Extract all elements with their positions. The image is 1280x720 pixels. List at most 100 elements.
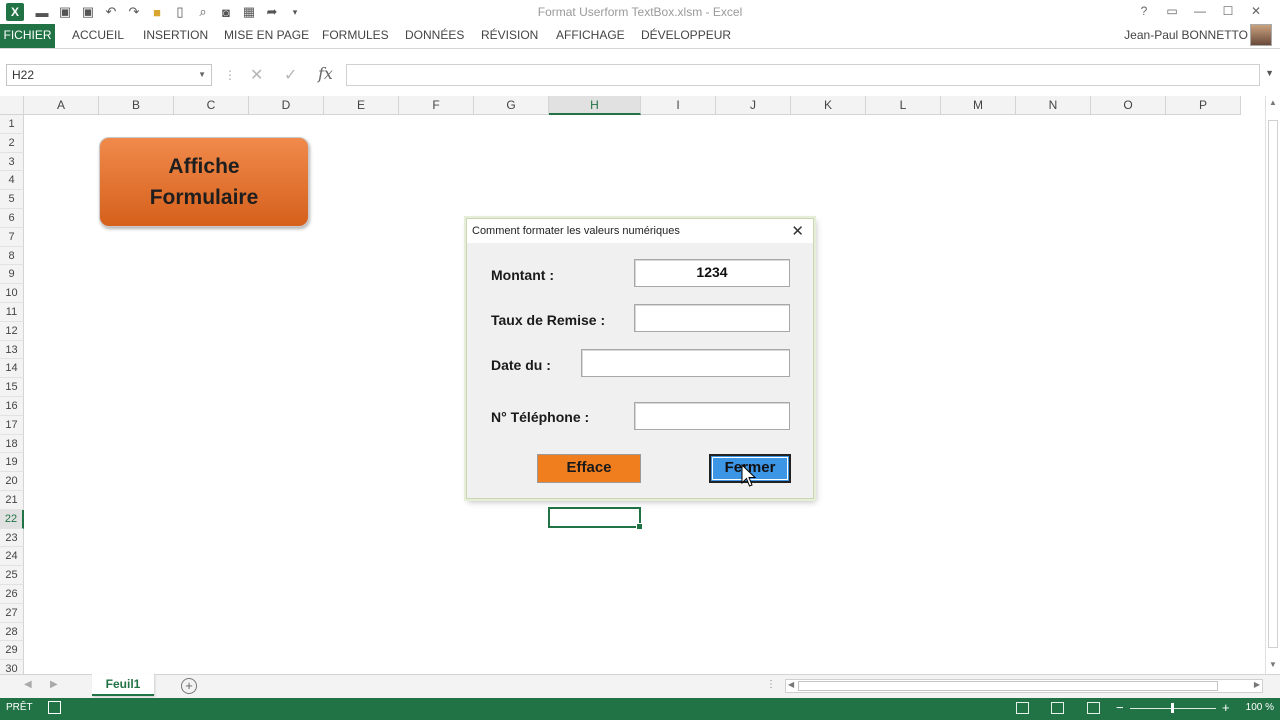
expand-formula-icon[interactable]: ▼ (1265, 68, 1274, 78)
column-header[interactable]: N (1016, 96, 1091, 115)
page-break-view-icon[interactable] (1087, 702, 1100, 714)
zoom-slider-thumb[interactable] (1171, 703, 1174, 713)
tab-affichage[interactable]: AFFICHAGE (556, 24, 625, 48)
zoom-level[interactable]: 100 % (1246, 702, 1274, 713)
scroll-right-icon[interactable]: ▶ (1254, 680, 1260, 689)
row-header[interactable]: 19 (0, 453, 24, 473)
tab-developpeur[interactable]: DÉVELOPPEUR (641, 24, 731, 48)
column-header[interactable]: K (791, 96, 866, 115)
tab-fichier[interactable]: FICHIER (0, 24, 55, 48)
prev-sheet-icon[interactable]: ◀ (24, 679, 32, 690)
next-sheet-icon[interactable]: ▶ (50, 679, 58, 690)
active-cell[interactable] (548, 507, 643, 530)
row-header[interactable]: 12 (0, 321, 24, 341)
column-header[interactable]: D (249, 96, 324, 115)
row-header[interactable]: 4 (0, 171, 24, 191)
add-sheet-icon[interactable]: + (181, 678, 197, 694)
avatar[interactable] (1250, 24, 1272, 46)
column-header[interactable]: E (324, 96, 399, 115)
column-header[interactable]: A (24, 96, 99, 115)
row-header[interactable]: 27 (0, 603, 24, 623)
insert-function-icon[interactable]: fx (318, 64, 333, 83)
row-header[interactable]: 11 (0, 303, 24, 322)
row-header[interactable]: 22 (0, 509, 24, 529)
row-header[interactable]: 18 (0, 434, 24, 454)
column-header[interactable]: O (1091, 96, 1166, 115)
close-button[interactable]: ✕ (1242, 2, 1270, 20)
sheet-tab-feuil1[interactable]: Feuil1 (92, 674, 154, 696)
tab-mise-en-page[interactable]: MISE EN PAGE (224, 24, 309, 48)
row-header[interactable]: 26 (0, 585, 24, 604)
dialog-title-bar[interactable]: Comment formater les valeurs numériques … (467, 219, 813, 243)
row-header[interactable]: 24 (0, 547, 24, 567)
column-header[interactable]: H (549, 96, 641, 115)
column-header[interactable]: I (641, 96, 716, 115)
zoom-in-icon[interactable]: + (1222, 700, 1230, 715)
vertical-scroll-thumb[interactable] (1268, 120, 1278, 648)
row-header[interactable]: 28 (0, 622, 24, 642)
user-name[interactable]: Jean-Paul BONNETTO (1124, 28, 1248, 42)
horizontal-scrollbar[interactable]: ◀ ▶ (785, 679, 1263, 693)
row-header[interactable]: 2 (0, 133, 24, 153)
row-header[interactable]: 25 (0, 566, 24, 585)
efface-button[interactable]: Efface (537, 454, 641, 483)
row-header[interactable]: 23 (0, 528, 24, 548)
tab-donnees[interactable]: DONNÉES (405, 24, 464, 48)
taux-remise-input[interactable] (634, 304, 790, 332)
montant-input[interactable]: 1234 (634, 259, 790, 287)
column-header[interactable]: C (174, 96, 249, 115)
column-header[interactable]: M (941, 96, 1016, 115)
column-header[interactable]: L (866, 96, 941, 115)
normal-view-icon[interactable] (1016, 702, 1029, 714)
telephone-input[interactable] (634, 402, 790, 430)
column-header[interactable]: G (474, 96, 549, 115)
scroll-up-icon[interactable]: ▲ (1269, 98, 1277, 107)
ribbon-display-button[interactable]: ▭ (1158, 2, 1186, 20)
tab-split-icon[interactable]: ⋮ (766, 679, 776, 690)
row-header[interactable]: 6 (0, 209, 24, 228)
formula-input[interactable] (346, 64, 1260, 86)
row-header[interactable]: 30 (0, 660, 24, 674)
row-header[interactable]: 14 (0, 359, 24, 379)
row-header[interactable]: 16 (0, 397, 24, 416)
vertical-scrollbar[interactable]: ▲ ▼ (1265, 96, 1280, 674)
maximize-button[interactable]: ☐ (1214, 2, 1242, 20)
close-icon[interactable]: ✕ (791, 222, 804, 240)
row-header[interactable]: 8 (0, 246, 24, 266)
column-header[interactable]: F (399, 96, 474, 115)
row-header[interactable]: 20 (0, 472, 24, 491)
tab-formules[interactable]: FORMULES (322, 24, 389, 48)
row-header[interactable]: 1 (0, 115, 24, 134)
row-header[interactable]: 5 (0, 190, 24, 209)
horizontal-scroll-thumb[interactable] (798, 681, 1218, 691)
row-header[interactable]: 13 (0, 340, 24, 360)
affiche-formulaire-button[interactable]: Affiche Formulaire (99, 137, 309, 227)
row-header[interactable]: 15 (0, 378, 24, 397)
tab-insertion[interactable]: INSERTION (143, 24, 208, 48)
minimize-button[interactable]: — (1186, 2, 1214, 20)
help-button[interactable]: ? (1130, 2, 1158, 20)
row-header[interactable]: 10 (0, 284, 24, 303)
cancel-icon[interactable]: ✕ (250, 65, 263, 85)
macro-record-icon[interactable] (48, 701, 61, 714)
scroll-left-icon[interactable]: ◀ (788, 680, 794, 689)
column-header[interactable]: B (99, 96, 174, 115)
row-header[interactable]: 7 (0, 227, 24, 247)
column-header[interactable]: P (1166, 96, 1241, 115)
row-header[interactable]: 21 (0, 491, 24, 510)
row-header[interactable]: 29 (0, 641, 24, 661)
row-header[interactable]: 3 (0, 152, 24, 172)
zoom-out-icon[interactable]: − (1116, 700, 1124, 715)
column-header[interactable]: J (716, 96, 791, 115)
tab-accueil[interactable]: ACCUEIL (72, 24, 124, 48)
chevron-down-icon[interactable]: ▼ (198, 65, 206, 85)
scroll-down-icon[interactable]: ▼ (1269, 660, 1277, 669)
select-all-corner[interactable] (0, 96, 24, 115)
row-header[interactable]: 17 (0, 415, 24, 435)
name-box[interactable]: H22 ▼ (6, 64, 212, 86)
row-header[interactable]: 9 (0, 265, 24, 285)
enter-icon[interactable]: ✓ (284, 65, 297, 85)
tab-revision[interactable]: RÉVISION (481, 24, 538, 48)
date-input[interactable] (581, 349, 790, 377)
page-layout-view-icon[interactable] (1051, 702, 1064, 714)
